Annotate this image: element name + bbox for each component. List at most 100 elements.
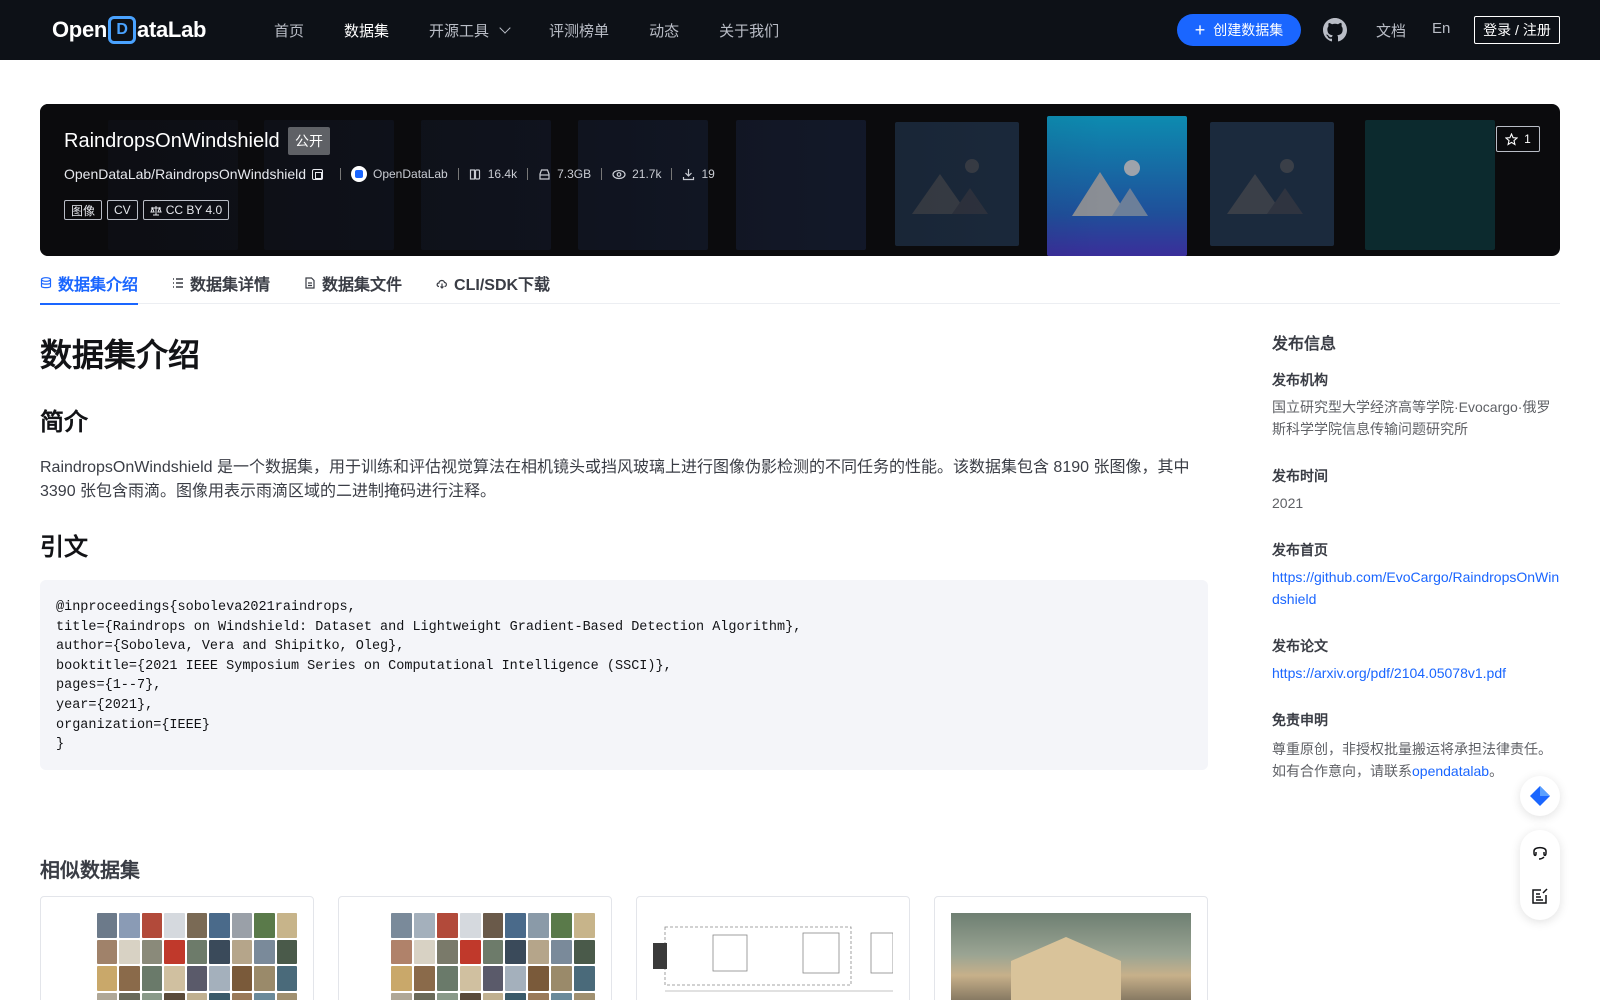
homepage-link[interactable]: https://github.com/EvoCargo/RaindropsOnW… xyxy=(1272,566,1562,610)
divider xyxy=(527,168,529,180)
assistant-button[interactable] xyxy=(1520,776,1560,816)
page-title: 数据集介绍 xyxy=(40,337,201,373)
image-grid xyxy=(391,913,595,1000)
paper-link[interactable]: https://arxiv.org/pdf/2104.05078v1.pdf xyxy=(1272,662,1562,684)
main-nav: 首页 数据集 开源工具 评测榜单 动态 关于我们 xyxy=(274,0,819,60)
org-name: OpenDataLab xyxy=(373,167,448,181)
dataset-banner: RaindropsOnWindshield 公开 OpenDataLab/Rai… xyxy=(40,104,1560,256)
cloud-icon xyxy=(436,279,448,289)
divider xyxy=(340,168,341,180)
stat-like-value: 16.4k xyxy=(487,167,518,181)
similar-dataset-card[interactable] xyxy=(636,896,910,1000)
stat-size-value: 7.3GB xyxy=(557,167,592,181)
similar-dataset-card[interactable] xyxy=(40,896,314,1000)
tab-files[interactable]: 数据集文件 xyxy=(304,262,402,304)
stat-like: 16.4k xyxy=(469,167,517,181)
paper-label: 发布论文 xyxy=(1272,638,1328,654)
list-icon xyxy=(173,278,184,288)
tab-details[interactable]: 数据集详情 xyxy=(172,262,270,304)
tag-license-label: CC BY 4.0 xyxy=(165,203,223,217)
divider xyxy=(457,168,459,180)
citation-heading: 引文 xyxy=(40,534,88,561)
tab-details-label: 数据集详情 xyxy=(190,277,271,294)
floating-tools xyxy=(1520,830,1560,920)
diagram-thumbnail xyxy=(653,913,893,1000)
nav-tools-label: 开源工具 xyxy=(429,22,490,40)
tab-files-label: 数据集文件 xyxy=(322,277,403,294)
eye-icon xyxy=(612,169,626,179)
top-nav: Open D ataLab 首页 数据集 开源工具 评测榜单 动态 关于我们 +… xyxy=(0,0,1600,60)
nav-about[interactable]: 关于我们 xyxy=(719,20,779,41)
disclaimer-label: 免责申明 xyxy=(1272,712,1328,728)
org-link[interactable]: OpenDataLab xyxy=(351,166,448,182)
copy-icon[interactable] xyxy=(312,168,324,180)
stat-views: 21.7k xyxy=(612,167,661,181)
tab-intro-label: 数据集介绍 xyxy=(58,277,139,294)
similar-dataset-image xyxy=(355,913,595,1000)
dataset-tabs: 数据集介绍 数据集详情 数据集文件 CLI/SDK下载 xyxy=(40,262,1560,305)
tab-cli-sdk-label: CLI/SDK下载 xyxy=(454,277,551,294)
star-icon xyxy=(1505,132,1519,146)
like-icon xyxy=(469,168,480,180)
stat-size: 7.3GB xyxy=(538,167,591,181)
similar-datasets-heading: 相似数据集 xyxy=(40,860,140,882)
logo-text-datalab: ataLab xyxy=(137,17,207,42)
nav-home[interactable]: 首页 xyxy=(274,20,304,41)
language-toggle[interactable]: En xyxy=(1432,20,1450,37)
logo-text-open: Open xyxy=(52,17,108,42)
nav-docs[interactable]: 文档 xyxy=(1376,20,1406,41)
download-icon xyxy=(683,168,695,180)
file-icon xyxy=(305,277,315,289)
nav-news[interactable]: 动态 xyxy=(649,20,679,41)
tag-modality[interactable]: 图像 xyxy=(64,200,103,220)
divider xyxy=(601,168,603,180)
stat-downloads-value: 19 xyxy=(701,167,715,181)
chevron-down-icon xyxy=(499,22,511,34)
star-count: 1 xyxy=(1524,132,1531,146)
publish-info-title: 发布信息 xyxy=(1272,336,1337,353)
disk-icon xyxy=(539,168,550,180)
dataset-stats: OpenDataLab 16.4k 7.3GB 21.7k 19 xyxy=(330,166,715,182)
dataset-path-text: OpenDataLab/RaindropsOnWindshield xyxy=(64,166,307,182)
nav-leaderboard[interactable]: 评测榜单 xyxy=(549,20,609,41)
nav-tools[interactable]: 开源工具 xyxy=(429,20,511,41)
building-photo xyxy=(951,913,1191,1000)
tab-intro[interactable]: 数据集介绍 xyxy=(40,262,139,305)
dataset-title: RaindropsOnWindshield xyxy=(64,130,280,152)
similar-dataset-card[interactable] xyxy=(934,896,1208,1000)
publish-info-panel: 发布信息 发布机构 国立研究型大学经济高等学院·Evocargo·俄罗斯科学学院… xyxy=(1272,330,1562,779)
citation-code: @inproceedings{soboleva2021raindrops, ti… xyxy=(40,580,1208,770)
tag-task[interactable]: CV xyxy=(107,200,138,220)
tag-license[interactable]: CC BY 4.0 xyxy=(142,200,230,220)
tab-cli-sdk[interactable]: CLI/SDK下载 xyxy=(436,262,550,304)
feedback-icon[interactable] xyxy=(1530,886,1550,906)
nav-datasets[interactable]: 数据集 xyxy=(344,20,389,41)
opendatalab-logo[interactable]: Open D ataLab xyxy=(52,14,206,46)
create-dataset-button[interactable]: + 创建数据集 xyxy=(1177,14,1301,46)
divider xyxy=(671,168,673,180)
image-grid xyxy=(97,913,297,1000)
database-icon xyxy=(40,277,52,289)
create-dataset-label: 创建数据集 xyxy=(1213,22,1284,38)
license-icon xyxy=(149,205,162,215)
dataset-path: OpenDataLab/RaindropsOnWindshield xyxy=(64,166,324,182)
login-button[interactable]: 登录 / 注册 xyxy=(1474,16,1560,44)
stat-views-value: 21.7k xyxy=(632,167,662,181)
visibility-badge: 公开 xyxy=(288,127,330,155)
github-icon[interactable] xyxy=(1323,18,1347,42)
logo-mark: D xyxy=(108,16,137,44)
publish-time-label: 发布时间 xyxy=(1272,468,1328,484)
star-button[interactable]: 1 xyxy=(1496,126,1540,152)
disclaimer-text: 尊重原创，非授权批量搬运将承担法律责任。如有合作意向，请联系opendatala… xyxy=(1272,738,1562,782)
similar-dataset-image xyxy=(951,913,1191,1000)
homepage-label: 发布首页 xyxy=(1272,542,1328,558)
intro-heading: 简介 xyxy=(40,409,88,436)
publish-time-value: 2021 xyxy=(1272,495,1304,511)
contact-link[interactable]: opendatalab xyxy=(1412,763,1489,779)
similar-dataset-image xyxy=(57,913,297,1000)
similar-dataset-card[interactable] xyxy=(338,896,612,1000)
publisher-value: 国立研究型大学经济高等学院·Evocargo·俄罗斯科学学院信息传输问题研究所 xyxy=(1272,399,1551,437)
stat-downloads: 19 xyxy=(682,167,715,181)
similar-dataset-image xyxy=(653,913,893,1000)
headset-icon[interactable] xyxy=(1530,842,1550,862)
